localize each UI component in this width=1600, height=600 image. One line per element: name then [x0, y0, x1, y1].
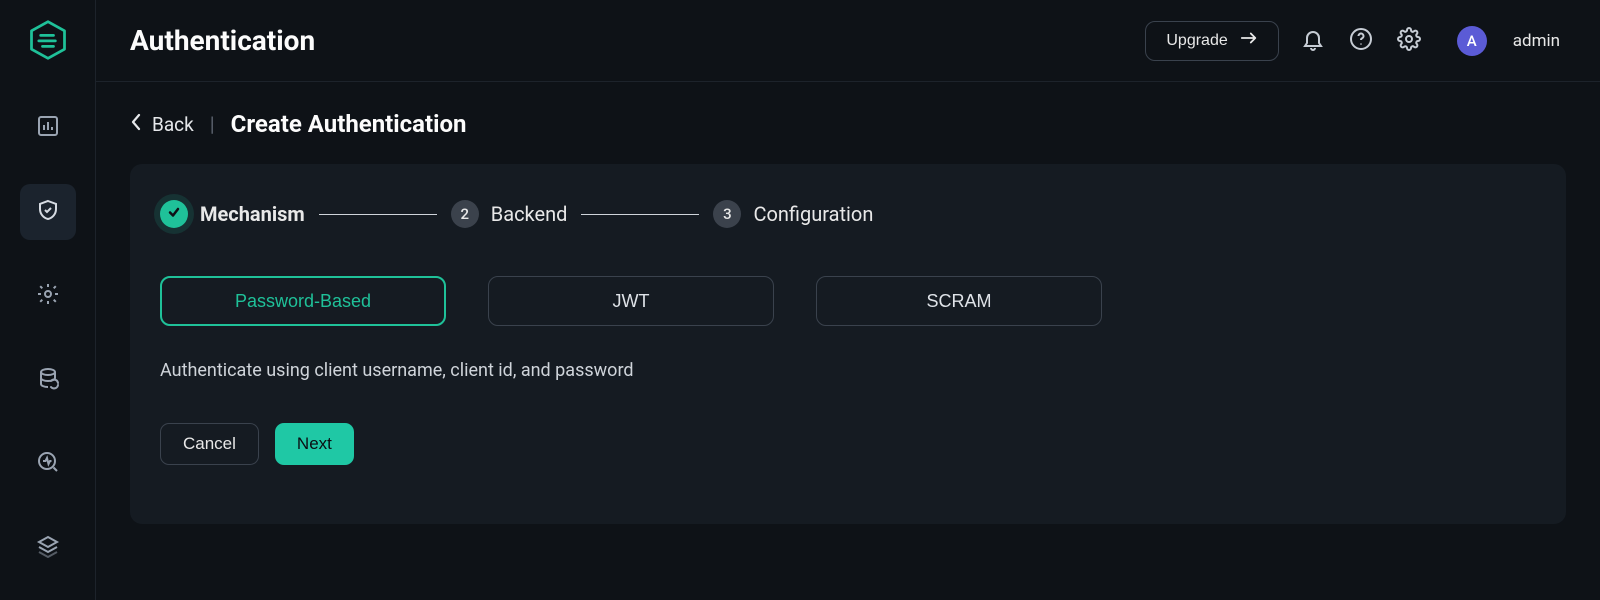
step-label: Backend	[491, 202, 568, 226]
database-sync-icon	[36, 366, 60, 394]
breadcrumb: Back | Create Authentication	[130, 110, 1566, 138]
cancel-button-label: Cancel	[183, 434, 236, 454]
option-scram[interactable]: SCRAM	[816, 276, 1102, 326]
back-link-label: Back	[152, 113, 194, 136]
step-label: Mechanism	[200, 202, 305, 226]
step-label: Configuration	[753, 202, 873, 226]
stepper: Mechanism 2 Backend 3 Configuration	[160, 200, 1536, 228]
breadcrumb-separator: |	[210, 112, 215, 136]
option-description: Authenticate using client username, clie…	[160, 360, 1536, 381]
step-backend[interactable]: 2 Backend	[451, 200, 568, 228]
sidebar	[0, 0, 96, 600]
config-panel: Mechanism 2 Backend 3 Configuration	[130, 164, 1566, 524]
notifications-button[interactable]	[1299, 27, 1327, 55]
check-icon	[167, 205, 181, 223]
next-button[interactable]: Next	[275, 423, 354, 465]
help-icon	[1349, 27, 1373, 55]
sidebar-item-data[interactable]	[20, 352, 76, 408]
avatar[interactable]: A	[1457, 26, 1487, 56]
avatar-initial: A	[1467, 32, 1477, 50]
step-configuration[interactable]: 3 Configuration	[713, 200, 873, 228]
sidebar-item-security[interactable]	[20, 184, 76, 240]
sidebar-item-diagnostics[interactable]	[20, 436, 76, 492]
option-label: SCRAM	[926, 291, 991, 312]
sidebar-item-integrations[interactable]	[20, 268, 76, 324]
app-header: Authentication Upgrade	[96, 0, 1600, 82]
back-link[interactable]: Back	[130, 113, 194, 136]
bar-chart-icon	[36, 114, 60, 142]
arrow-right-icon	[1240, 31, 1258, 50]
step-number-badge: 2	[451, 200, 479, 228]
page-subtitle: Create Authentication	[231, 110, 467, 138]
step-done-badge	[160, 200, 188, 228]
layers-icon	[36, 534, 60, 562]
form-actions: Cancel Next	[160, 423, 1536, 465]
step-number-badge: 3	[713, 200, 741, 228]
sidebar-item-dashboard[interactable]	[20, 100, 76, 156]
chevron-left-icon	[130, 113, 142, 136]
cancel-button[interactable]: Cancel	[160, 423, 259, 465]
step-connector	[581, 214, 699, 215]
help-button[interactable]	[1347, 27, 1375, 55]
upgrade-button[interactable]: Upgrade	[1145, 21, 1278, 61]
option-label: JWT	[613, 291, 650, 312]
step-connector	[319, 214, 437, 215]
gear-icon	[36, 282, 60, 310]
content-area: Back | Create Authentication	[96, 82, 1600, 600]
option-jwt[interactable]: JWT	[488, 276, 774, 326]
next-button-label: Next	[297, 434, 332, 454]
option-label: Password-Based	[235, 291, 371, 312]
step-mechanism[interactable]: Mechanism	[160, 200, 305, 228]
settings-button[interactable]	[1395, 27, 1423, 55]
activity-search-icon	[36, 450, 60, 478]
option-password-based[interactable]: Password-Based	[160, 276, 446, 326]
sidebar-item-cluster[interactable]	[20, 520, 76, 576]
bell-icon	[1301, 27, 1325, 55]
mechanism-options: Password-Based JWT SCRAM	[160, 276, 1536, 326]
shield-icon	[36, 198, 60, 226]
upgrade-button-label: Upgrade	[1166, 32, 1227, 50]
page-title: Authentication	[130, 24, 1125, 57]
app-logo[interactable]	[26, 18, 70, 62]
settings-gear-icon	[1397, 27, 1421, 55]
username[interactable]: admin	[1513, 31, 1560, 51]
